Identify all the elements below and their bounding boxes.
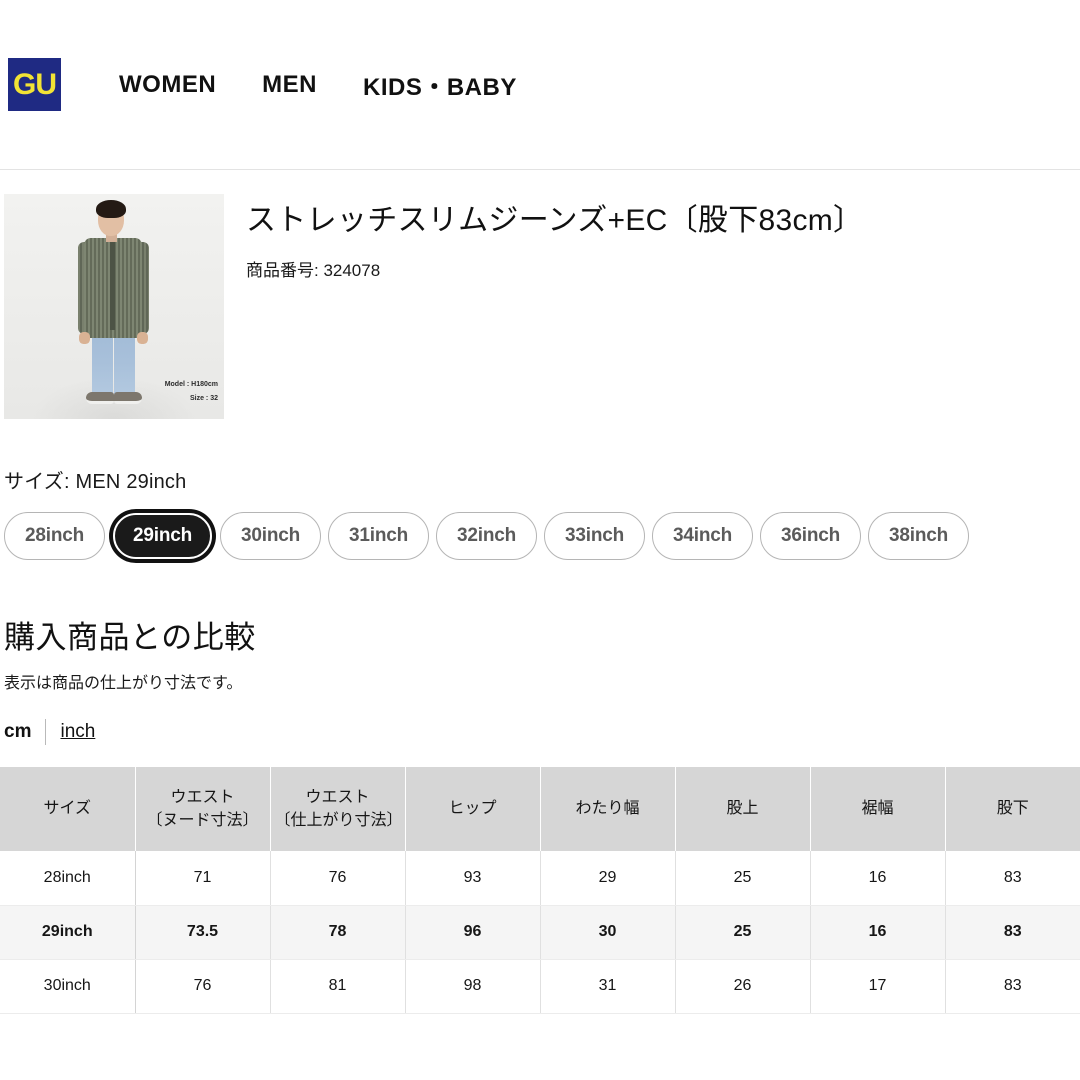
cell-hem: 17 (810, 959, 946, 1014)
model-shirt-placket (110, 242, 115, 330)
cell-waist-finished: 78 (270, 905, 406, 960)
cell-hem: 16 (810, 905, 946, 960)
size-chip-32inch[interactable]: 32inch (436, 512, 537, 560)
cell-hip: 98 (405, 959, 541, 1014)
column-header-hem-line1: 裾幅 (861, 800, 894, 818)
column-header-size-line1: サイズ (43, 800, 92, 818)
cell-thigh: 30 (540, 905, 676, 960)
product-info: ストレッチスリムジーンズ+EC〔股下83cm〕 商品番号: 324078 (246, 194, 863, 419)
product-code: 商品番号: 324078 (246, 260, 381, 280)
column-header-hip-line1: ヒップ (448, 800, 497, 818)
size-table: サイズ ウエスト 〔ヌード寸法〕 ウエスト 〔仕上がり寸法〕 ヒップ わたり幅 (0, 767, 1080, 1014)
cell-size: 29inch (0, 905, 136, 960)
table-row[interactable]: 28inch 71 76 93 29 25 16 83 (0, 851, 1080, 906)
table-row[interactable]: 29inch 73.5 78 96 30 25 16 83 (0, 905, 1080, 960)
column-header-waist-finished-line1: ウエスト (305, 788, 370, 806)
model-shoe-right (114, 392, 142, 404)
cell-size: 30inch (0, 959, 136, 1014)
caption-model-size: Size : 32 (189, 394, 218, 402)
unit-toggle: cm inch (4, 719, 1072, 745)
cell-waist-nude: 76 (135, 959, 271, 1014)
column-header-rise: 股上 (675, 767, 811, 851)
cell-waist-finished: 76 (270, 851, 406, 906)
cell-size: 28inch (0, 851, 136, 906)
model-figure (54, 194, 174, 419)
column-header-hem: 裾幅 (810, 767, 946, 851)
unit-toggle-cm[interactable]: cm (4, 721, 31, 743)
nav-item-kids-baby[interactable]: KIDS・BABY (363, 67, 517, 102)
column-header-waist-finished: ウエスト 〔仕上がり寸法〕 (270, 767, 406, 851)
size-chip-36inch[interactable]: 36inch (760, 512, 861, 560)
site-header: GU WOMEN MEN KIDS・BABY (0, 0, 1080, 170)
column-header-waist-finished-line2: 〔仕上がり寸法〕 (274, 812, 403, 829)
size-chip-38inch[interactable]: 38inch (868, 512, 969, 560)
unit-toggle-inch[interactable]: inch (60, 721, 95, 743)
cell-thigh: 29 (540, 851, 676, 906)
column-header-inseam: 股下 (945, 767, 1080, 851)
cell-hem: 16 (810, 851, 946, 906)
size-chip-30inch[interactable]: 30inch (220, 512, 321, 560)
compare-section: 購入商品との比較 表示は商品の仕上がり寸法です。 cm inch (0, 612, 1080, 745)
caption-model-height: Model : H180cm (164, 381, 218, 389)
size-chip-list: 28inch 29inch 30inch 31inch 32inch 33inc… (4, 510, 1072, 562)
cell-thigh: 31 (540, 959, 676, 1014)
cell-hip: 93 (405, 851, 541, 906)
cell-rise: 25 (675, 851, 811, 906)
size-chip-33inch[interactable]: 33inch (544, 512, 645, 560)
page-root: GU WOMEN MEN KIDS・BABY Model: H180cm Si… (0, 0, 1080, 1080)
cell-waist-nude: 71 (135, 851, 271, 906)
size-table-header-row: サイズ ウエスト 〔ヌード寸法〕 ウエスト 〔仕上がり寸法〕 ヒップ わたり幅 (0, 767, 1080, 851)
column-header-waist-nude: ウエスト 〔ヌード寸法〕 (135, 767, 271, 851)
size-table-head: サイズ ウエスト 〔ヌード寸法〕 ウエスト 〔仕上がり寸法〕 ヒップ わたり幅 (0, 767, 1080, 851)
thumbnail-caption: Model : H180cm Size : 32 (165, 378, 218, 405)
table-row[interactable]: 30inch 76 81 98 31 26 17 83 (0, 959, 1080, 1014)
product-title: ストレッチスリムジーンズ+EC〔股下83cm〕 (246, 204, 864, 237)
main-nav: WOMEN MEN KIDS・BABY (119, 67, 517, 102)
size-selector-section: サイズ: MEN 29inch 28inch 29inch 30inch 31i… (0, 465, 1080, 562)
size-table-wrapper[interactable]: サイズ ウエスト 〔ヌード寸法〕 ウエスト 〔仕上がり寸法〕 ヒップ わたり幅 (0, 767, 1080, 1014)
gu-logo[interactable]: GU (8, 58, 61, 111)
nav-item-women[interactable]: WOMEN (119, 71, 216, 99)
compare-heading: 購入商品との比較 (4, 620, 256, 655)
column-header-waist-nude-line1: ウエスト (170, 788, 235, 806)
column-header-rise-line1: 股上 (726, 800, 759, 818)
column-header-thigh: わたり幅 (540, 767, 676, 851)
column-header-hip: ヒップ (405, 767, 541, 851)
product-thumbnail[interactable]: Model : H180cm Size : 32 (4, 194, 224, 419)
cell-rise: 26 (675, 959, 811, 1014)
cell-waist-nude: 73.5 (135, 905, 271, 960)
column-header-thigh-line1: わたり幅 (575, 800, 640, 818)
cell-waist-finished: 81 (270, 959, 406, 1014)
cell-inseam: 83 (945, 905, 1080, 960)
size-table-body: 28inch 71 76 93 29 25 16 83 29inch 73.5 … (0, 851, 1080, 1014)
compare-note: 表示は商品の仕上がり寸法です。 (4, 675, 243, 692)
size-chip-28inch[interactable]: 28inch (4, 512, 105, 560)
selected-size-label: サイズ: MEN 29inch (4, 471, 187, 493)
size-chip-31inch[interactable]: 31inch (328, 512, 429, 560)
model-shoe-left (86, 392, 114, 404)
model-hand-right (137, 332, 148, 344)
cell-rise: 25 (675, 905, 811, 960)
column-header-inseam-line1: 股下 (996, 800, 1029, 818)
size-chip-34inch[interactable]: 34inch (652, 512, 753, 560)
column-header-waist-nude-line2: 〔ヌード寸法〕 (146, 812, 259, 829)
cell-inseam: 83 (945, 959, 1080, 1014)
unit-toggle-divider (45, 719, 47, 745)
model-hand-left (79, 332, 90, 344)
column-header-size: サイズ (0, 767, 136, 851)
model-hair (96, 200, 126, 218)
size-chip-29inch[interactable]: 29inch (110, 510, 215, 562)
product-summary: Model : H180cm Size : 32 ストレッチスリムジーンズ+EC… (0, 170, 1080, 419)
cell-inseam: 83 (945, 851, 1080, 906)
cell-hip: 96 (405, 905, 541, 960)
nav-item-men[interactable]: MEN (262, 71, 317, 99)
